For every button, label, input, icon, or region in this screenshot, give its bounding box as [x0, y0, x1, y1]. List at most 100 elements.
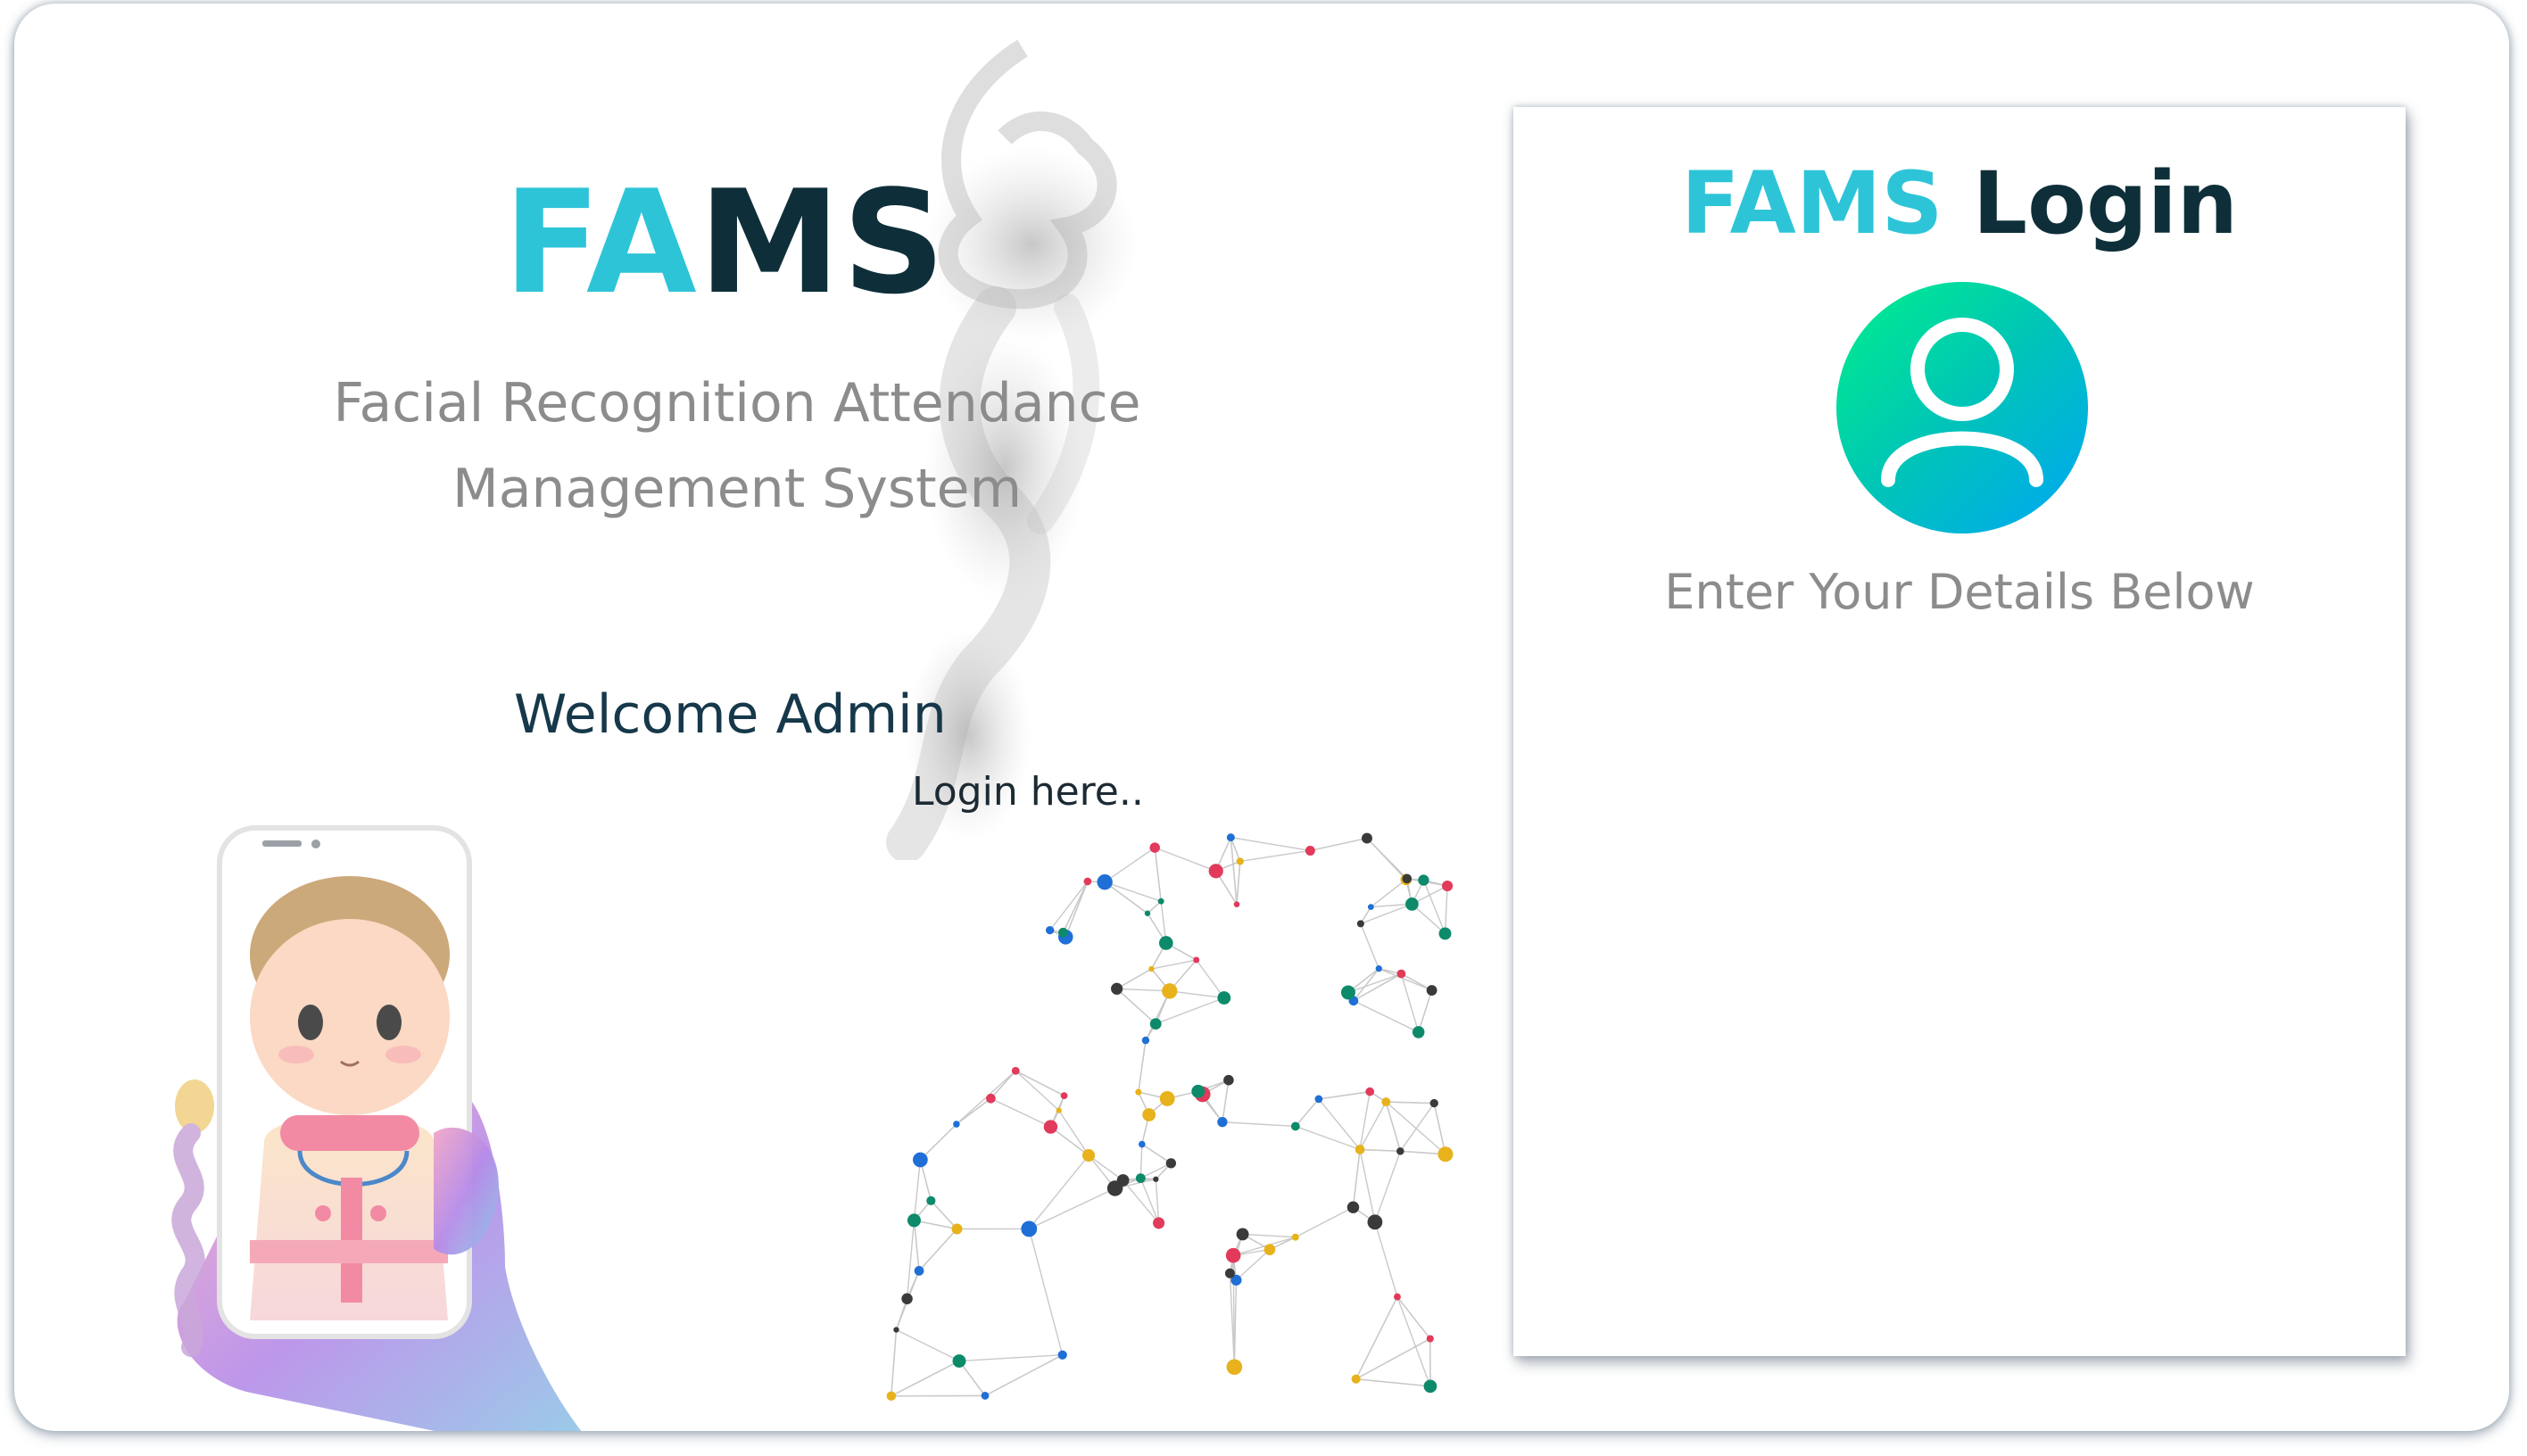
network-node: [1233, 901, 1240, 908]
network-link: [891, 1329, 898, 1396]
network-link: [1360, 1148, 1401, 1153]
network-link: [1154, 848, 1162, 902]
network-link: [1015, 1070, 1065, 1096]
network-node: [1149, 842, 1160, 853]
network-link: [1418, 989, 1433, 1033]
network-node: [1057, 1350, 1067, 1360]
network-node: [1153, 1217, 1165, 1229]
network-node: [1264, 1244, 1276, 1255]
network-node: [1224, 1268, 1235, 1278]
network-node: [1106, 1180, 1123, 1196]
network-link: [1058, 1110, 1090, 1156]
network-node: [1351, 1374, 1361, 1384]
network-node: [1135, 1173, 1146, 1184]
brand-logo-accent: FA: [503, 159, 699, 326]
network-link: [1230, 837, 1238, 905]
network-link: [1366, 838, 1408, 880]
network-node: [1162, 983, 1178, 999]
network-node: [1441, 880, 1454, 892]
login-title-brand: FAMS: [1680, 153, 1943, 253]
login-instruction: Enter Your Details Below: [1664, 564, 2255, 620]
network-link: [1065, 881, 1089, 938]
network-node: [1367, 1214, 1383, 1230]
network-illustration: [886, 832, 1454, 1401]
network-node: [1396, 969, 1406, 979]
network-node: [1056, 1107, 1062, 1113]
network-link: [1139, 1144, 1143, 1179]
network-node: [1217, 991, 1231, 1005]
network-node: [1045, 925, 1055, 935]
network-node: [981, 1392, 990, 1400]
network-link: [896, 1328, 960, 1362]
network-link: [1399, 1103, 1435, 1152]
network-link: [1230, 836, 1311, 852]
network-node: [1011, 1066, 1020, 1075]
network-link: [1028, 1228, 1064, 1355]
app-window: FAMS Facial Recognition Attendance Manag…: [14, 4, 2509, 1431]
network-node: [1426, 985, 1437, 996]
network-node: [1412, 1026, 1425, 1038]
network-node: [1367, 904, 1374, 910]
network-link: [1400, 973, 1420, 1033]
network-link: [1385, 1101, 1401, 1152]
login-hint: Login here..: [912, 769, 1144, 815]
network-node: [1402, 873, 1413, 884]
network-node: [1193, 956, 1200, 964]
network-node: [1381, 1097, 1391, 1107]
network-node: [901, 1293, 913, 1304]
network-node: [1291, 1233, 1299, 1241]
network-node: [893, 1327, 899, 1333]
network-link: [1236, 861, 1241, 905]
network-link: [1359, 1149, 1376, 1222]
network-node: [1149, 1018, 1162, 1030]
network-link: [913, 1159, 922, 1220]
network-node: [1158, 936, 1173, 950]
network-link: [1222, 1080, 1230, 1122]
network-node: [1225, 1247, 1241, 1263]
network-node: [1290, 1121, 1300, 1131]
network-link: [1116, 988, 1170, 992]
network-node: [1058, 927, 1068, 938]
network-link: [1104, 881, 1162, 902]
welcome-heading: Welcome Admin: [514, 683, 947, 746]
network-node: [1340, 985, 1355, 1000]
network-node: [1144, 910, 1151, 916]
network-node: [951, 1223, 963, 1235]
login-card: FAMS Login Enter Your Details Below: [1513, 107, 2406, 1356]
network-link: [1104, 847, 1156, 883]
network-node: [1226, 833, 1235, 842]
network-link: [1242, 1233, 1296, 1238]
network-link: [1196, 959, 1225, 998]
network-node: [1217, 1117, 1228, 1128]
network-link: [1396, 1296, 1431, 1339]
network-node: [1438, 927, 1452, 940]
network-node: [1423, 1379, 1437, 1394]
network-link: [1355, 1337, 1431, 1380]
network-link: [1355, 1378, 1430, 1387]
network-node: [1208, 864, 1223, 879]
network-node: [1138, 1140, 1146, 1148]
network-link: [891, 1360, 960, 1397]
network-link: [918, 1228, 958, 1271]
network-node: [952, 1354, 966, 1368]
network-link: [1028, 1187, 1115, 1230]
network-link: [919, 1123, 957, 1161]
network-node: [1111, 982, 1123, 995]
network-link: [1295, 1098, 1320, 1127]
network-link: [1310, 837, 1368, 852]
network-node: [1191, 1084, 1206, 1098]
network-node: [1141, 1036, 1150, 1045]
network-link: [956, 1070, 1016, 1125]
network-link: [1385, 1101, 1446, 1155]
network-link: [1116, 968, 1152, 989]
network-link: [1049, 881, 1089, 931]
network-node: [1396, 1147, 1404, 1155]
network-node: [1418, 874, 1429, 886]
network-node: [1437, 1146, 1454, 1162]
network-link: [1050, 1126, 1090, 1156]
network-link: [1116, 988, 1156, 1025]
network-node: [1142, 1108, 1156, 1121]
network-link: [1352, 1149, 1361, 1208]
network-node: [1097, 874, 1113, 890]
network-link: [1347, 972, 1402, 994]
